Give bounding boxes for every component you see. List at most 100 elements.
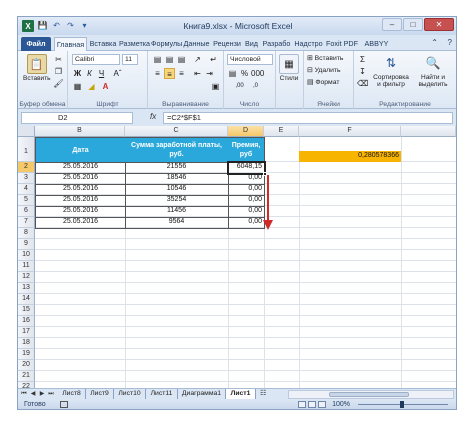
close-button[interactable]: ✕ [424,18,454,31]
find-select-button[interactable]: 🔍 Найти и выделить [414,53,452,88]
tab-review[interactable]: Рецензи [212,37,242,51]
redo-icon[interactable]: ↷ [65,20,76,31]
tab-formulas[interactable]: Формулы [151,37,182,51]
worksheet-grid[interactable]: B C D E F 1 2 3 4 5 6 7 8 9 10 11 12 13 … [18,126,456,388]
table-cell-salary[interactable]: 9564 [125,217,229,229]
formula-input[interactable]: =C2*$F$1 [163,112,453,124]
select-all-corner[interactable] [18,126,35,137]
row-header-18[interactable]: 18 [18,338,35,349]
fx-icon[interactable]: fx [150,112,156,121]
horizontal-scrollbar[interactable] [288,390,454,399]
increase-decimal-icon[interactable]: ,00 [234,81,245,92]
page-break-view-icon[interactable] [318,401,326,408]
zoom-slider-knob[interactable] [400,401,404,408]
number-format-select[interactable]: Числовой [227,54,273,65]
font-size-select[interactable]: 11 [122,54,138,65]
table-cell-date[interactable]: 25.05.2016 [35,217,126,229]
next-sheet-icon[interactable]: ▶ [38,390,46,399]
header-cell-salary[interactable]: Сумма заработной платы, руб. [125,137,229,163]
row-header-17[interactable]: 17 [18,327,35,338]
align-right-icon[interactable]: ≡ [176,68,187,79]
row-header-3[interactable]: 3 [18,173,35,184]
row-header-7[interactable]: 7 [18,217,35,228]
normal-view-icon[interactable] [298,401,306,408]
sheet-tab-9[interactable]: Лист9 [86,389,114,399]
column-header-e[interactable]: E [264,126,299,137]
align-bottom-icon[interactable]: ▤ [176,54,187,65]
align-middle-icon[interactable]: ▤ [164,54,175,65]
tab-view[interactable]: Вид [243,37,260,51]
tab-insert[interactable]: Вставка [88,37,118,51]
undo-icon[interactable]: ↶ [51,20,62,31]
row-header-5[interactable]: 5 [18,195,35,206]
row-header-9[interactable]: 9 [18,239,35,250]
decrease-decimal-icon[interactable]: ,0 [250,81,261,92]
comma-style-icon[interactable]: 000 [251,68,264,79]
italic-icon[interactable]: К [84,68,95,79]
styles-button[interactable]: ▦ Стили [279,54,299,82]
font-color-icon[interactable]: A [100,81,111,92]
cut-icon[interactable]: ✂ [53,54,64,65]
save-icon[interactable]: 💾 [37,20,48,31]
tab-developer[interactable]: Разрабо [261,37,292,51]
tab-file[interactable]: Файл [21,37,51,51]
name-box[interactable]: D2 [21,112,133,124]
percent-icon[interactable]: % [239,68,250,79]
cell-f1[interactable]: 0,280578366 [299,151,401,162]
prev-sheet-icon[interactable]: ◀ [29,390,37,399]
format-painter-icon[interactable]: 🖌 [53,78,64,89]
tab-abbyy[interactable]: ABBYY PC [360,37,393,61]
page-layout-view-icon[interactable] [308,401,316,408]
format-cells-button[interactable]: ▤ Формат [307,78,339,86]
row-header-20[interactable]: 20 [18,360,35,371]
last-sheet-icon[interactable]: ⏭ [47,390,55,399]
row-header-6[interactable]: 6 [18,206,35,217]
decrease-indent-icon[interactable]: ⇤ [192,68,203,79]
copy-icon[interactable]: ❐ [53,66,64,77]
row-header-21[interactable]: 21 [18,371,35,382]
sheet-tab-8[interactable]: Лист8 [58,389,86,399]
row-header-14[interactable]: 14 [18,294,35,305]
autosum-icon[interactable]: Σ [357,54,368,65]
maximize-button[interactable]: □ [403,18,423,31]
row-header-4[interactable]: 4 [18,184,35,195]
header-cell-date[interactable]: Дата [35,137,126,163]
minimize-button[interactable]: – [382,18,402,31]
column-header-d[interactable]: D [228,126,264,137]
insert-cells-button[interactable]: ⊞ Вставить [307,54,343,62]
underline-icon[interactable]: Ч [96,68,107,79]
scrollbar-thumb[interactable] [329,392,409,397]
column-header-g[interactable] [401,126,456,137]
sheet-tab-diagram1[interactable]: Диаграмма1 [178,389,226,399]
fill-icon[interactable]: ↧ [357,66,368,77]
help-icon[interactable]: ? [448,38,452,47]
currency-format-icon[interactable]: ▤ [227,68,238,79]
row-header-13[interactable]: 13 [18,283,35,294]
align-center-icon[interactable]: ≡ [164,68,175,79]
first-sheet-icon[interactable]: ⏮ [20,390,28,399]
row-header-8[interactable]: 8 [18,228,35,239]
row-header-11[interactable]: 11 [18,261,35,272]
clear-icon[interactable]: ⌫ [357,78,368,89]
row-header-16[interactable]: 16 [18,316,35,327]
fill-color-icon[interactable]: ◢ [86,81,97,92]
column-header-f[interactable]: F [299,126,401,137]
bold-icon[interactable]: Ж [72,68,83,79]
row-header-19[interactable]: 19 [18,349,35,360]
header-cell-bonus[interactable]: Премия, руб [228,137,265,163]
sheet-tab-10[interactable]: Лист10 [114,389,146,399]
sheet-tab-1[interactable]: Лист1 [226,389,256,399]
row-header-1[interactable]: 1 [18,137,35,162]
tab-data[interactable]: Данные [182,37,211,51]
row-header-10[interactable]: 10 [18,250,35,261]
macro-record-icon[interactable] [60,401,68,408]
sheet-tab-11[interactable]: Лист11 [146,389,178,399]
delete-cells-button[interactable]: ⊟ Удалить [307,66,341,74]
zoom-level[interactable]: 100% [332,399,350,409]
tab-foxit-pdf[interactable]: Foxit PDF [325,37,359,51]
orientation-icon[interactable]: ↗ [192,54,203,65]
row-header-15[interactable]: 15 [18,305,35,316]
grow-font-icon[interactable]: Aˆ [112,68,123,79]
column-header-c[interactable]: C [125,126,228,137]
excel-logo-icon[interactable]: X [22,20,34,32]
